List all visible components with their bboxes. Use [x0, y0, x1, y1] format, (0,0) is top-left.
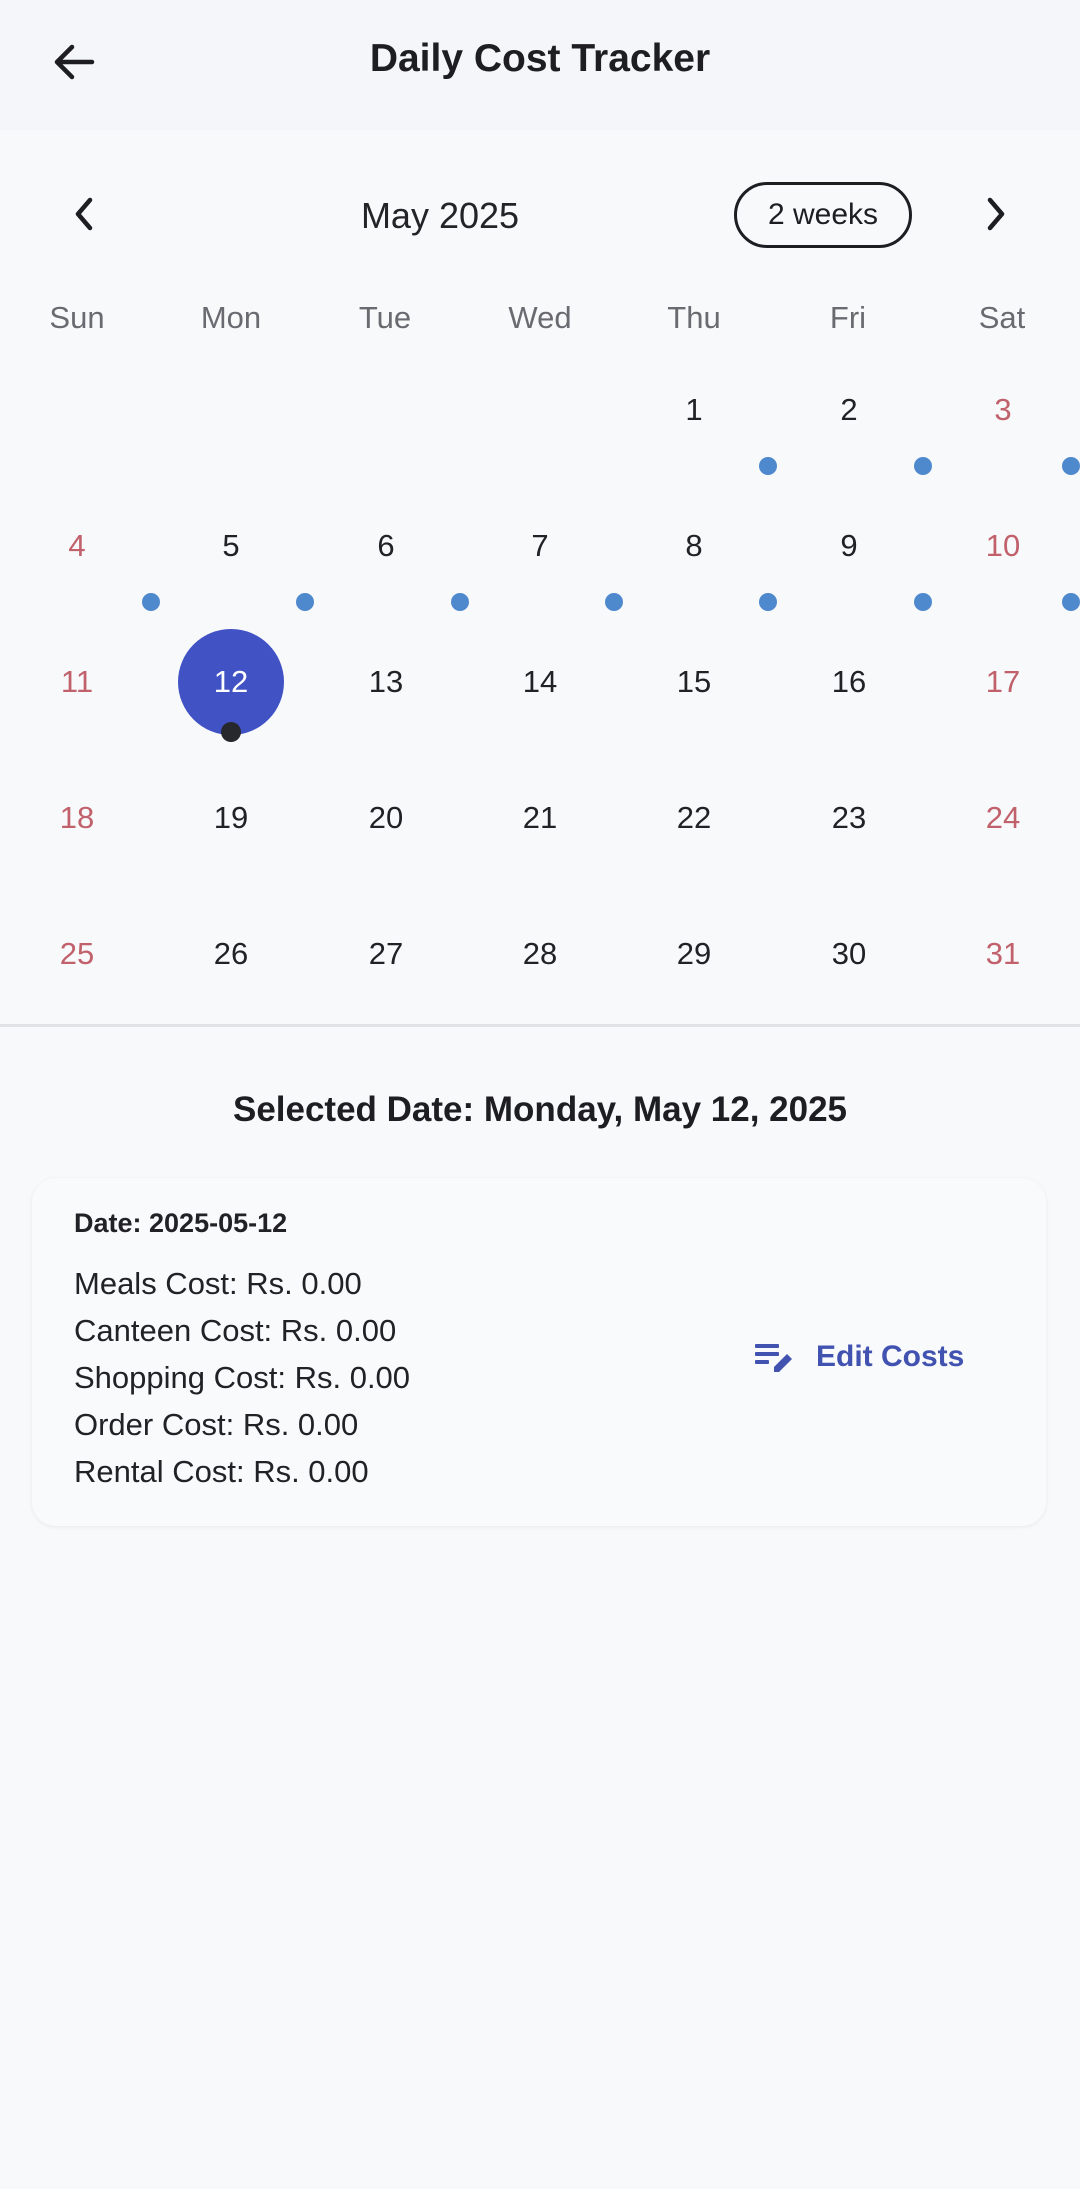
calendar-day[interactable]: 29 [617, 886, 771, 1022]
entry-marker-dot [1062, 593, 1080, 611]
weekday-tue: Tue [358, 300, 412, 335]
calendar-day[interactable]: 23 [772, 750, 926, 886]
order-cost: Order Cost: Rs. 0.00 [74, 1407, 359, 1442]
app-bar: Daily Cost Tracker [0, 0, 1080, 130]
calendar-day[interactable]: 1 [617, 342, 771, 478]
calendar-day-number: 9 [840, 528, 858, 563]
calendar-day[interactable]: 9 [772, 478, 926, 614]
calendar-day-number: 20 [368, 800, 404, 835]
calendar-day-number: 30 [831, 936, 867, 971]
calendar-day-number: 7 [531, 528, 549, 563]
edit-costs-label: Edit Costs [816, 1340, 965, 1373]
calendar-day-number: 18 [59, 800, 95, 835]
calendar-day[interactable]: 25 [0, 886, 154, 1022]
calendar-day-number: 16 [831, 664, 867, 699]
weekday-sun: Sun [49, 300, 105, 335]
calendar-day-number: 31 [985, 936, 1021, 971]
page-title: Daily Cost Tracker [369, 37, 711, 80]
calendar-day[interactable]: 6 [309, 478, 463, 614]
calendar-day[interactable]: 4 [0, 478, 154, 614]
calendar-day[interactable]: 22 [617, 750, 771, 886]
calendar-day-number: 24 [985, 800, 1021, 835]
calendar-day-number: 29 [676, 936, 712, 971]
edit-costs-button[interactable]: Edit Costs [752, 1326, 1022, 1388]
calendar-day-number: 23 [831, 800, 867, 835]
calendar-day[interactable]: 30 [772, 886, 926, 1022]
calendar-day-number: 6 [377, 528, 395, 563]
calendar-day-number: 11 [60, 664, 94, 699]
calendar-day-number: 27 [368, 936, 404, 971]
calendar-day[interactable]: 8 [617, 478, 771, 614]
card-date: Date: 2025-05-12 [74, 1208, 288, 1238]
calendar-day[interactable]: 2 [772, 342, 926, 478]
next-month-button[interactable] [968, 186, 1024, 242]
canteen-cost: Canteen Cost: Rs. 0.00 [74, 1313, 397, 1348]
calendar-day-number: 1 [685, 392, 703, 427]
calendar-day[interactable]: 21 [463, 750, 617, 886]
weekday-wed: Wed [508, 300, 572, 335]
calendar-day[interactable]: 13 [309, 614, 463, 750]
calendar-day-number: 8 [685, 528, 703, 563]
calendar-day-number: 3 [994, 392, 1012, 427]
previous-month-button[interactable] [56, 186, 112, 242]
calendar-day-number: 22 [676, 800, 712, 835]
calendar-day[interactable]: 14 [463, 614, 617, 750]
meals-cost: Meals Cost: Rs. 0.00 [74, 1266, 362, 1301]
weekday-mon: Mon [200, 300, 262, 335]
weekday-fri: Fri [829, 300, 867, 335]
calendar-day[interactable]: 11 [0, 614, 154, 750]
calendar-day[interactable]: 19 [154, 750, 308, 886]
calendar-day-number: 12 [213, 664, 249, 699]
calendar-day[interactable]: 24 [926, 750, 1080, 886]
calendar-day[interactable]: 26 [154, 886, 308, 1022]
calendar-day[interactable]: 12 [154, 614, 308, 750]
weekday-thu: Thu [667, 300, 721, 335]
calendar-day-number: 14 [522, 664, 558, 699]
rental-cost: Rental Cost: Rs. 0.00 [74, 1454, 369, 1489]
weekday-sat: Sat [978, 300, 1026, 335]
calendar-format-button[interactable]: 2 weeks [734, 182, 912, 248]
calendar-header: May 2025 2 weeks [0, 170, 1080, 262]
calendar-day[interactable]: 3 [926, 342, 1080, 478]
calendar-day[interactable]: 16 [772, 614, 926, 750]
entry-marker-dot [1062, 457, 1080, 475]
calendar-day[interactable]: 17 [926, 614, 1080, 750]
edit-note-icon [752, 1335, 796, 1379]
calendar-day-number: 10 [985, 528, 1021, 563]
calendar-day-number: 13 [368, 664, 404, 699]
selected-date-heading: Selected Date: Monday, May 12, 2025 [232, 1090, 848, 1129]
calendar-day[interactable]: 27 [309, 886, 463, 1022]
calendar-day-number: 15 [676, 664, 712, 699]
calendar-day-number: 28 [522, 936, 558, 971]
calendar-day-number: 4 [68, 528, 86, 563]
calendar-day[interactable]: 5 [154, 478, 308, 614]
calendar-day[interactable]: 20 [309, 750, 463, 886]
calendar-day[interactable]: 10 [926, 478, 1080, 614]
cost-card: Date: 2025-05-12 Meals Cost: Rs. 0.00 Ca… [32, 1178, 1046, 1526]
calendar-day-number: 5 [222, 528, 240, 563]
chevron-left-icon [75, 197, 93, 231]
calendar-day[interactable]: 7 [463, 478, 617, 614]
calendar-day[interactable]: 31 [926, 886, 1080, 1022]
divider [0, 1024, 1080, 1027]
calendar-day-number: 26 [213, 936, 249, 971]
calendar-day[interactable]: 18 [0, 750, 154, 886]
calendar-day[interactable]: 15 [617, 614, 771, 750]
calendar-day-number: 25 [59, 936, 95, 971]
chevron-right-icon [987, 197, 1005, 231]
calendar-day-number: 19 [213, 800, 249, 835]
calendar-day[interactable]: 28 [463, 886, 617, 1022]
shopping-cost: Shopping Cost: Rs. 0.00 [74, 1360, 411, 1395]
calendar-day-number: 21 [522, 800, 558, 835]
calendar-day-number: 17 [985, 664, 1021, 699]
month-label: May 2025 [360, 195, 520, 236]
calendar-day-number: 2 [840, 392, 858, 427]
